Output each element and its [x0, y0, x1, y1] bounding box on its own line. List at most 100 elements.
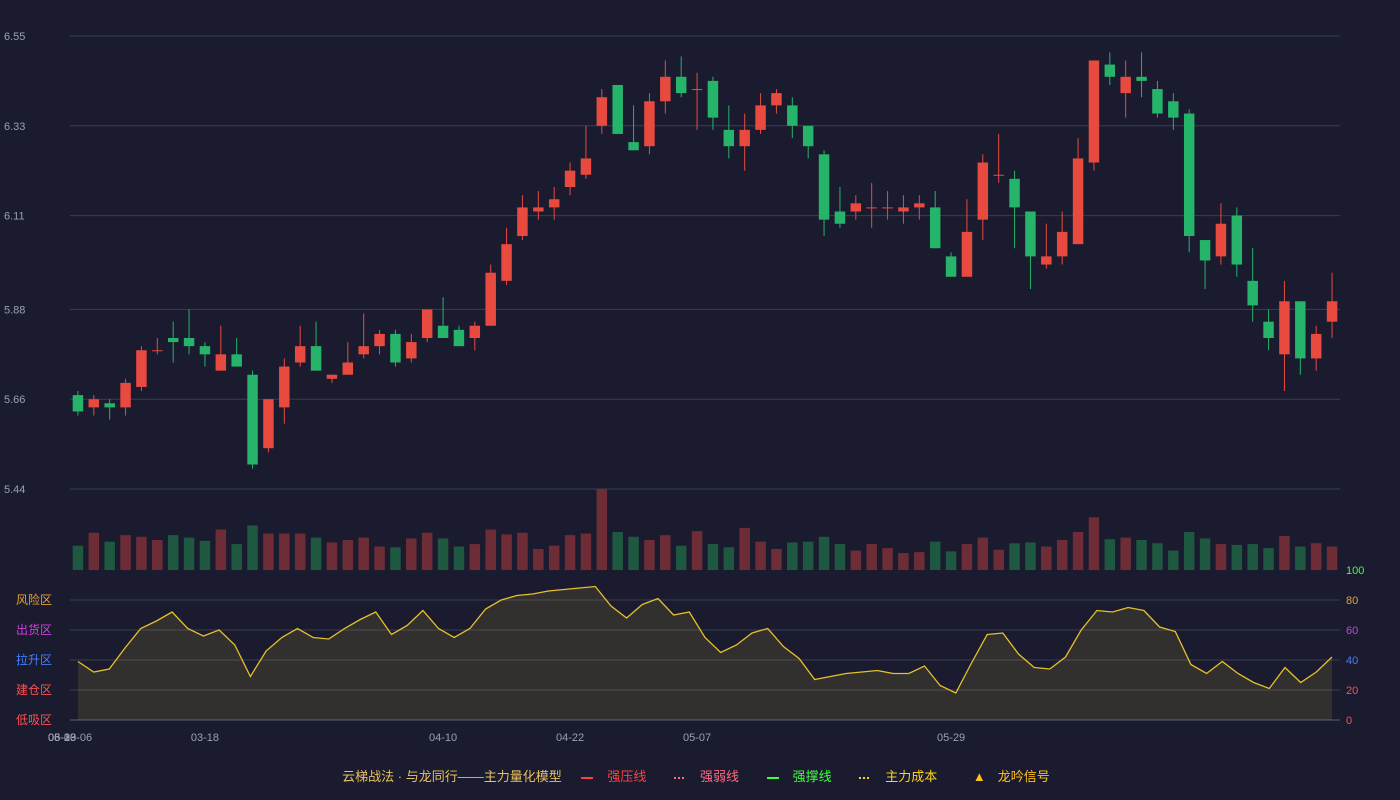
oscillator-tick-label: 40 [1346, 655, 1358, 667]
volume-bar [1104, 539, 1116, 570]
candle-body [1183, 113, 1195, 236]
chart-legend: 云梯战法 · 与龙同行——主力量化模型 强压线 强弱线 强撑线 主力成本 ▲ 龙吟… [0, 766, 1400, 785]
volume-bar [1310, 543, 1322, 570]
oscillator-tick-label: 100 [1346, 565, 1364, 577]
volume-bar [707, 544, 719, 570]
volume-bar [929, 541, 941, 570]
x-tick-label: 03-18 [191, 732, 219, 744]
cost-line-icon [859, 776, 872, 779]
volume-bar [548, 545, 560, 570]
candle-body [104, 403, 115, 408]
volume-bar [72, 545, 84, 570]
zone-label: 建仓区 [16, 683, 52, 697]
candle-body [469, 325, 481, 338]
volume-bar [136, 536, 147, 570]
candle-body [342, 362, 354, 375]
volume-bar [279, 533, 290, 570]
oscillator-tick-label: 20 [1346, 685, 1358, 697]
volume-bar [88, 532, 100, 570]
support-line-icon [766, 776, 779, 779]
legend-item-strength[interactable]: 强弱线 [674, 766, 747, 785]
volume-bar [183, 537, 195, 570]
candle-body [929, 207, 941, 249]
volume-bar [993, 549, 1004, 570]
candle-body [1152, 89, 1163, 114]
candle-body [1056, 231, 1068, 257]
volume-bar [691, 531, 703, 570]
volume-bar [374, 546, 385, 570]
volume-bar [898, 552, 909, 570]
legend-item-support[interactable]: 强撑线 [766, 766, 840, 785]
stock-chart: 5.44 5.66 5.88 6.11 6.33 6.55 0 20 40 60 80 100 风险区出… [4, 31, 1364, 744]
price-tick-label: 5.66 [4, 394, 25, 406]
volume-bar [167, 535, 179, 570]
volume-bar [1088, 517, 1100, 570]
candle-body [882, 207, 893, 209]
volume-bar [802, 541, 814, 570]
candle-body [533, 207, 544, 212]
volume-bar [1056, 540, 1068, 570]
candle-body [961, 231, 973, 277]
candle-body [660, 76, 671, 102]
candle-body [596, 97, 608, 126]
volume-bar [1072, 531, 1084, 570]
candle-body [771, 93, 782, 106]
zone-label: 拉升区 [16, 652, 52, 667]
candle-body [374, 333, 385, 347]
candle-body [834, 211, 846, 224]
volume-bar [517, 532, 528, 570]
oscillator-tick-label: 80 [1346, 595, 1358, 607]
candle-body [421, 309, 433, 338]
volume-bar [1183, 531, 1195, 570]
volume-bar [914, 552, 925, 570]
volume-bar [771, 548, 782, 570]
volume-bar [310, 537, 322, 570]
volume-bar [453, 546, 465, 570]
volume-bar [644, 540, 655, 570]
candle-body [850, 203, 862, 212]
legend-label-support: 强撑线 [792, 769, 832, 784]
volume-bar [263, 533, 274, 570]
legend-item-resistance[interactable]: 强压线 [581, 766, 654, 785]
candle-body [1247, 280, 1258, 306]
volume-bar [247, 525, 258, 570]
candle-body [1088, 60, 1100, 163]
candle-body [977, 162, 989, 220]
candle-body [580, 158, 592, 175]
volume-bar [1295, 546, 1306, 570]
volume-bar [755, 541, 766, 570]
candle-body [1310, 333, 1322, 359]
candle-body [167, 338, 179, 343]
candle-body [1279, 301, 1290, 355]
volume-bar [421, 532, 433, 570]
legend-item-cost[interactable]: 主力成本 [859, 766, 945, 785]
volume-bar [469, 544, 481, 570]
candle-body [993, 174, 1004, 176]
candle-body [120, 382, 131, 408]
volume-bar [1263, 548, 1274, 570]
candle-body [898, 207, 909, 212]
candle-body [501, 244, 512, 281]
x-tick-label: 05-29 [937, 732, 965, 744]
zone-label: 低吸区 [16, 713, 52, 727]
candle-body [326, 374, 338, 379]
legend-item-signal[interactable]: ▲ 龙吟信号 [965, 766, 1058, 785]
volume-bar [866, 544, 877, 570]
candle-body [866, 207, 877, 209]
candle-body [1215, 223, 1227, 257]
volume-bar [787, 542, 798, 570]
volume-bar [1326, 546, 1338, 570]
volume-bar [231, 544, 242, 570]
legend-label-cost: 主力成本 [885, 769, 938, 784]
legend-label-signal: 龙吟信号 [997, 769, 1050, 784]
legend-label-resistance: 强压线 [607, 769, 647, 784]
candle-body [739, 129, 750, 147]
candle-body [723, 129, 735, 147]
x-tick-label: 04-22 [556, 732, 584, 744]
candle-body [1072, 158, 1084, 245]
volume-bar [564, 535, 576, 570]
volume-bar [326, 542, 338, 570]
candle-body [914, 203, 925, 208]
volume-bar [342, 540, 354, 570]
candle-body [406, 342, 417, 359]
